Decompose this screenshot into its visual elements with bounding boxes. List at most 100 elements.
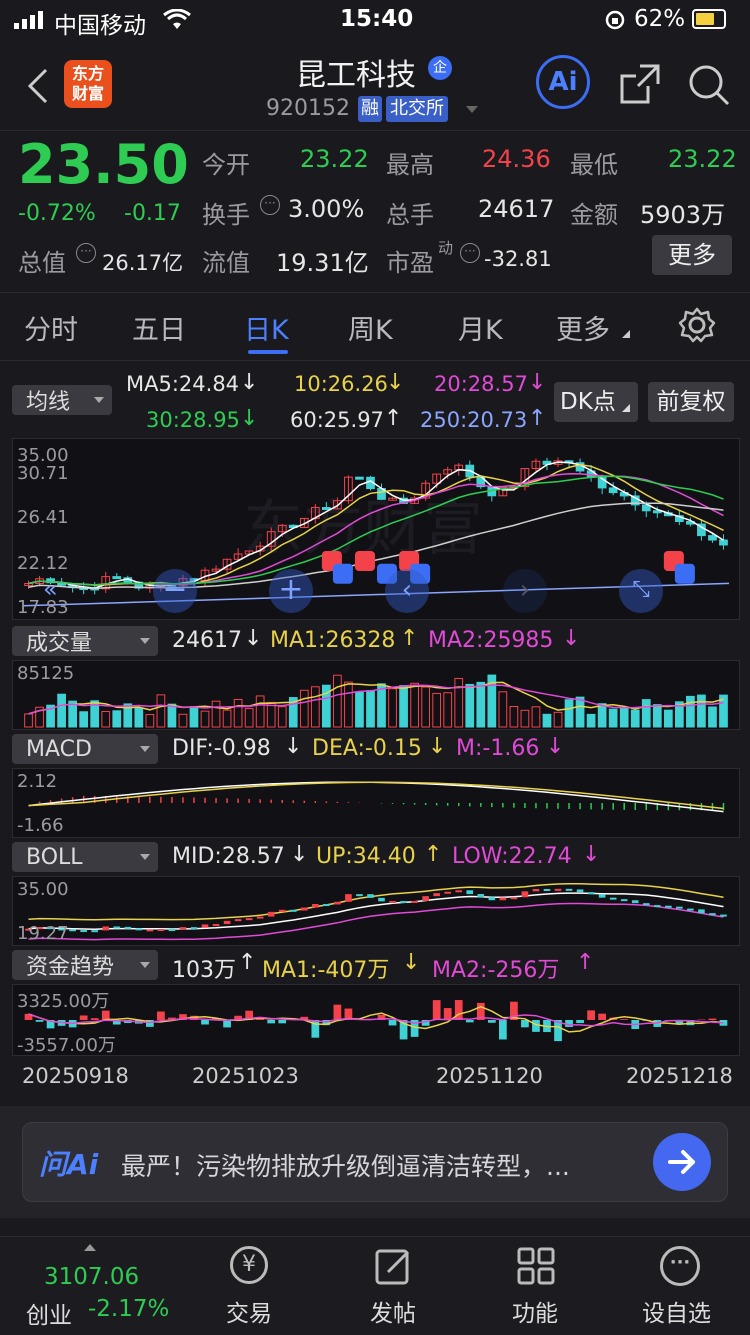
tab-more[interactable]: 更多 — [556, 308, 610, 347]
nav-post-label: 发帖 — [370, 1294, 416, 1328]
info-icon[interactable]: ··· — [260, 195, 280, 215]
volume-bar — [135, 708, 143, 727]
volume-selector[interactable]: 成交量 — [12, 626, 158, 656]
dk-point-button[interactable]: DK点 — [554, 382, 638, 422]
boll-candle — [124, 927, 131, 929]
boll-candle — [709, 913, 716, 915]
ai-button[interactable]: Ai — [536, 55, 590, 109]
volume-bar — [576, 697, 584, 727]
volume-svg[interactable] — [13, 661, 739, 729]
zoom-in-button[interactable]: + — [269, 569, 313, 613]
boll-candle — [444, 892, 451, 894]
scroll-right-button[interactable]: › — [503, 569, 547, 613]
volume-bar — [345, 682, 353, 727]
trade-signal-marker[interactable] — [333, 564, 353, 584]
ma10-arrow-icon: ↓ — [386, 370, 404, 395]
boll-selector[interactable]: BOLL — [12, 842, 158, 872]
volume-ma1-line — [29, 682, 724, 714]
nav-settings[interactable]: ··· 设自选 — [620, 1244, 740, 1328]
boll-candle — [577, 889, 584, 892]
tab-daily-k[interactable]: 日K — [244, 308, 289, 347]
ma60-value: 60:25.97 — [290, 408, 384, 432]
nav-trade[interactable]: ¥ 交易 — [190, 1244, 310, 1328]
volume-bar — [587, 714, 595, 727]
macd-selector[interactable]: MACD — [12, 734, 158, 764]
tab-intraday[interactable]: 分时 — [24, 308, 78, 347]
volume-bar — [698, 695, 706, 727]
turnover-label: 换手 — [202, 195, 250, 230]
volume-chart[interactable]: 85125 — [12, 660, 740, 730]
ma-selector-label: 均线 — [26, 384, 70, 416]
tab-weekly-k[interactable]: 周K — [348, 308, 393, 347]
signal-badge — [675, 564, 695, 584]
nav-features[interactable]: 功能 — [476, 1244, 596, 1328]
ma5-value: MA5:24.84 — [126, 372, 239, 396]
ma-selector[interactable]: 均线 — [12, 385, 112, 415]
search-icon[interactable] — [686, 62, 732, 108]
fund-bar — [433, 1000, 441, 1020]
boll-selector-label: BOLL — [26, 845, 83, 870]
scroll-start-button[interactable]: « — [43, 575, 58, 603]
trade-signal-marker[interactable] — [675, 564, 695, 584]
boll-candle — [257, 917, 264, 919]
adjust-button[interactable]: 前复权 — [648, 382, 734, 422]
boll-svg[interactable] — [13, 877, 739, 945]
volume-ma2: MA2:25985 — [428, 628, 553, 653]
boll-candle — [676, 907, 683, 909]
boll-candle — [235, 919, 242, 921]
fund-value: 103万 — [172, 952, 236, 984]
ai-question-bar[interactable]: 问Ai 最严！污染物排放升级倒逼清洁转型，... — [22, 1122, 728, 1202]
ai-bar-text: 最严！污染物排放升级倒逼清洁转型，... — [121, 1147, 570, 1183]
tab-five-day[interactable]: 五日 — [132, 308, 186, 347]
arrow-down-icon: ↓ — [546, 734, 564, 759]
logo-line-2: 财富 — [64, 84, 112, 104]
kline-chart[interactable]: 东方财富 35.00 30.71 26.41 22.12 17.83 − + ‹… — [12, 438, 740, 620]
trade-signal-marker[interactable] — [355, 551, 375, 571]
info-icon[interactable]: ··· — [76, 243, 96, 263]
volume-bar — [168, 704, 176, 727]
more-button[interactable]: 更多 — [652, 235, 732, 275]
share-icon[interactable] — [618, 62, 662, 106]
trade-icon-glyph: ¥ — [242, 1252, 256, 1277]
volume-bar — [234, 699, 242, 727]
info-icon[interactable]: ··· — [460, 243, 480, 263]
volume-indicator-value: 24617 — [172, 628, 242, 653]
gear-icon[interactable] — [678, 306, 716, 344]
boll-candle — [202, 924, 209, 927]
fullscreen-button[interactable]: ⤡ — [619, 569, 663, 613]
volume-bar — [521, 710, 529, 727]
volume-ma2-line — [29, 685, 724, 714]
mktcap-value: 26.17亿 — [102, 247, 183, 277]
fund-selector[interactable]: 资金趋势 — [12, 950, 158, 980]
macd-chart[interactable]: 2.12 -1.66 — [12, 768, 740, 838]
boll-candle — [367, 894, 374, 898]
tab-monthly-k[interactable]: 月K — [458, 308, 503, 347]
volume-bar — [179, 714, 187, 727]
fund-ma2: MA2:-256万 — [432, 952, 559, 984]
volume-bar — [102, 711, 110, 727]
fund-bar — [532, 1020, 540, 1032]
nav-post[interactable]: 发帖 — [334, 1244, 454, 1328]
kline-candle — [113, 577, 121, 579]
fund-bar — [223, 1020, 231, 1027]
signal-badge — [355, 551, 375, 571]
boll-chart[interactable]: 35.00 19.27 — [12, 876, 740, 946]
volume-bar — [201, 711, 209, 727]
ai-send-button[interactable] — [653, 1133, 711, 1191]
volume-bar — [631, 710, 639, 727]
boll-candle — [632, 900, 639, 903]
back-icon[interactable] — [26, 66, 50, 106]
boll-candle — [522, 891, 529, 897]
fund-svg[interactable] — [13, 985, 739, 1055]
up-caret-icon — [84, 1244, 96, 1251]
nav-settings-label: 设自选 — [642, 1294, 711, 1328]
volume-bar — [334, 675, 342, 727]
fund-chart[interactable]: 3325.00万 -3557.00万 — [12, 984, 740, 1056]
scroll-left-button[interactable]: ‹ — [385, 569, 429, 613]
boll-candle — [102, 926, 109, 930]
index-widget[interactable]: 3107.06 创业 -2.17% — [0, 1238, 180, 1332]
macd-svg[interactable] — [13, 769, 739, 837]
zoom-out-button[interactable]: − — [153, 569, 197, 613]
volume-bar — [245, 709, 253, 727]
exchange-dropdown-icon[interactable] — [466, 106, 478, 113]
